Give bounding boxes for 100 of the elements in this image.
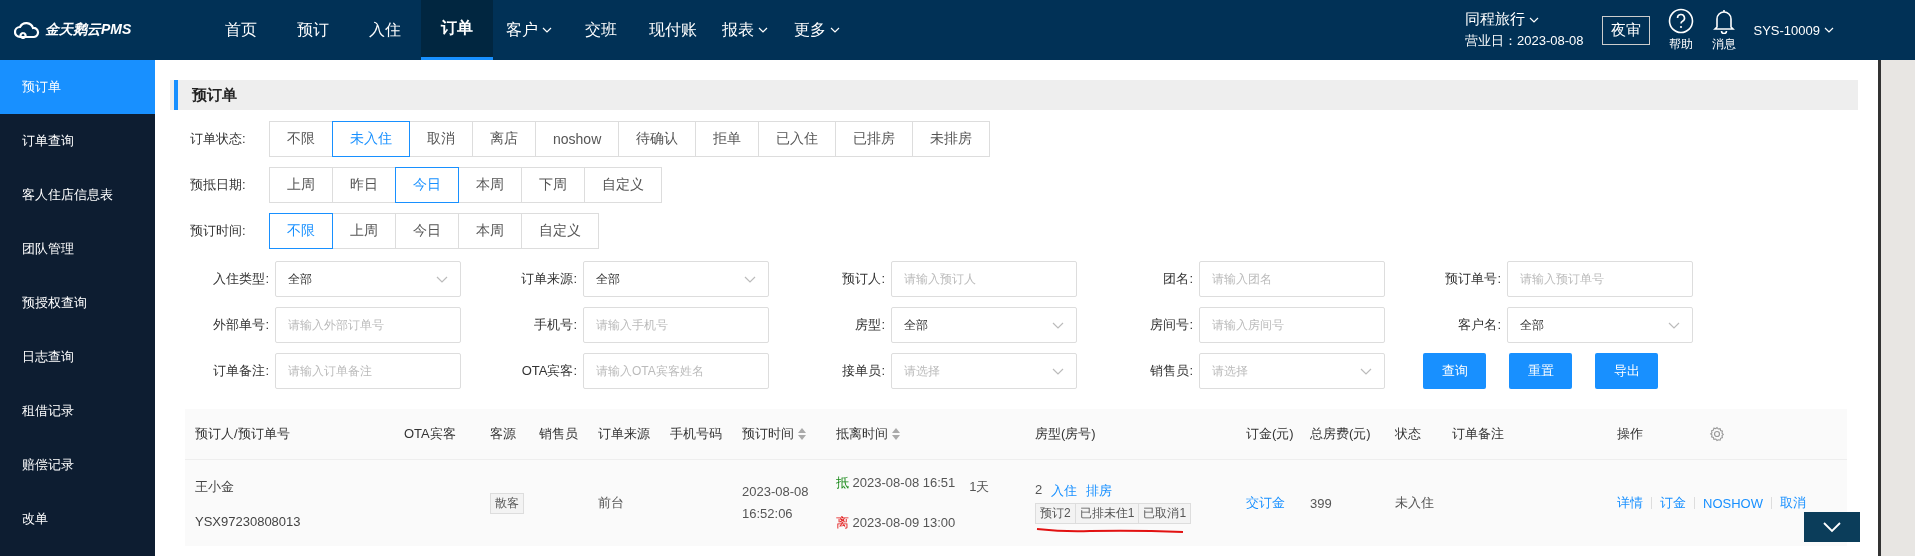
chevron-down-icon	[1529, 16, 1539, 23]
select-field[interactable]: 全部	[1507, 307, 1693, 343]
column-header: 订单来源	[598, 425, 650, 443]
filter-option[interactable]: 自定义	[521, 213, 599, 249]
filter-option[interactable]: 本周	[458, 213, 522, 249]
nav-tab[interactable]: 现付账	[637, 0, 709, 60]
field-label: 预订单号:	[1445, 270, 1501, 288]
filter-option[interactable]: 离店	[472, 121, 536, 157]
nav-tab[interactable]: 更多	[781, 0, 853, 60]
filter-option[interactable]: 不限	[269, 121, 333, 157]
filter-option[interactable]: 今日	[395, 213, 459, 249]
nav-tab[interactable]: 客户	[493, 0, 565, 60]
chevron-down-icon	[1822, 521, 1842, 533]
field-label: 手机号:	[534, 316, 577, 334]
field-label: 客户名:	[1458, 316, 1501, 334]
room-status-tag: 已取消1	[1138, 502, 1192, 524]
booker-name: 王小金	[195, 477, 234, 496]
input-field[interactable]: 请输入手机号	[583, 307, 769, 343]
column-header: 销售员	[539, 425, 578, 443]
nav-tab[interactable]: 首页	[205, 0, 277, 60]
filter-option[interactable]: 下周	[521, 167, 585, 203]
chevron-down-icon	[1360, 367, 1372, 375]
field-label: 订单备注:	[213, 362, 269, 380]
sidebar-item[interactable]: 日志查询	[0, 330, 155, 384]
chevron-down-icon	[1668, 321, 1680, 329]
nav-tab[interactable]: 订单	[421, 0, 493, 60]
filter-option[interactable]: 取消	[409, 121, 473, 157]
column-header: 订单备注	[1452, 425, 1504, 443]
column-header: 订金(元)	[1246, 425, 1294, 443]
column-header: 总房费(元)	[1310, 425, 1371, 443]
filter-option[interactable]: 自定义	[584, 167, 662, 203]
cloud-logo-icon	[14, 21, 40, 39]
sidebar-item[interactable]: 租借记录	[0, 384, 155, 438]
field-label: 销售员:	[1150, 362, 1193, 380]
input-field[interactable]: 请输入预订人	[891, 261, 1077, 297]
scroll-down-button[interactable]	[1804, 512, 1860, 542]
input-field[interactable]: 请输入订单备注	[275, 353, 461, 389]
user-menu[interactable]: SYS-10009	[1753, 22, 1834, 38]
filter-option[interactable]: 昨日	[332, 167, 396, 203]
order-number: YSX97230808013	[195, 513, 301, 529]
filter-option[interactable]: 上周	[332, 213, 396, 249]
column-header: 房型(房号)	[1035, 425, 1096, 443]
column-header[interactable]: 抵离时间	[836, 425, 900, 443]
sidebar-item[interactable]: 改单	[0, 492, 155, 546]
select-field[interactable]: 全部	[275, 261, 461, 297]
filter-label: 预订时间:	[190, 222, 247, 240]
departure-time: 离 2023-08-09 13:00	[836, 514, 956, 532]
table-cell: 399	[1310, 495, 1332, 511]
messages-button[interactable]: 消息	[1711, 7, 1736, 53]
business-date: 营业日：2023-08-08	[1465, 32, 1584, 50]
hotel-switcher[interactable]: 同程旅行	[1465, 10, 1584, 29]
filter-option[interactable]: 已入住	[758, 121, 837, 157]
field-label: 团名:	[1163, 270, 1193, 288]
table-cell: 前台	[598, 494, 624, 512]
select-field[interactable]: 全部	[583, 261, 769, 297]
sidebar-item[interactable]: 客人住店信息表	[0, 168, 155, 222]
column-header[interactable]: 预订时间	[742, 425, 806, 443]
nav-tab[interactable]: 入住	[349, 0, 421, 60]
filter-option[interactable]: 已排房	[835, 121, 914, 157]
filter-option[interactable]: noshow	[535, 121, 620, 157]
filter-option[interactable]: 待确认	[618, 121, 697, 157]
field-label: 外部单号:	[213, 316, 269, 334]
input-field[interactable]: 请输入OTA宾客姓名	[583, 353, 769, 389]
sidebar-item[interactable]: 团队管理	[0, 222, 155, 276]
nav-tab[interactable]: 交班	[565, 0, 637, 60]
sidebar-item[interactable]: 预授权查询	[0, 276, 155, 330]
room-status-tag: 已排未住1	[1074, 502, 1140, 524]
sidebar-item[interactable]: 赔偿记录	[0, 438, 155, 492]
column-header: OTA宾客	[404, 425, 456, 443]
sidebar-item[interactable]: 订单查询	[0, 114, 155, 168]
filter-label: 预抵日期:	[190, 176, 247, 194]
field-label: 预订人:	[842, 270, 885, 288]
chevron-down-icon	[1052, 321, 1064, 329]
column-header: 客源	[490, 425, 516, 443]
chevron-down-icon	[436, 275, 448, 283]
input-field[interactable]: 请输入团名	[1199, 261, 1385, 297]
arrival-time: 抵 2023-08-08 16:51	[836, 474, 956, 492]
table-cell-text: 2023-08-08 16:52:06	[742, 483, 810, 523]
page-title: 预订单	[192, 85, 237, 105]
filter-option[interactable]: 上周	[269, 167, 333, 203]
night-audit-button[interactable]: 夜审	[1601, 15, 1650, 45]
nav-tab[interactable]: 报表	[709, 0, 781, 60]
filter-option[interactable]: 拒单	[695, 121, 760, 157]
input-field[interactable]: 请输入房间号	[1199, 307, 1385, 343]
chevron-down-icon	[744, 275, 756, 283]
status-text: 未入住	[1395, 494, 1434, 512]
column-header: 状态	[1395, 425, 1421, 443]
input-field[interactable]: 请输入预订单号	[1507, 261, 1693, 297]
nav-tab[interactable]: 预订	[277, 0, 349, 60]
select-field[interactable]: 全部	[891, 307, 1077, 343]
filter-option[interactable]: 未排房	[912, 121, 991, 157]
field-label: 房型:	[855, 316, 885, 334]
column-header: 操作	[1617, 425, 1643, 443]
column-header: 手机号码	[670, 425, 722, 443]
field-label: 订单来源:	[521, 270, 577, 288]
settings-icon[interactable]	[1709, 426, 1725, 442]
field-label: 入住类型:	[213, 270, 269, 288]
field-label: 接单员:	[842, 362, 885, 380]
input-field[interactable]: 请输入外部订单号	[275, 307, 461, 343]
filter-option[interactable]: 本周	[458, 167, 522, 203]
